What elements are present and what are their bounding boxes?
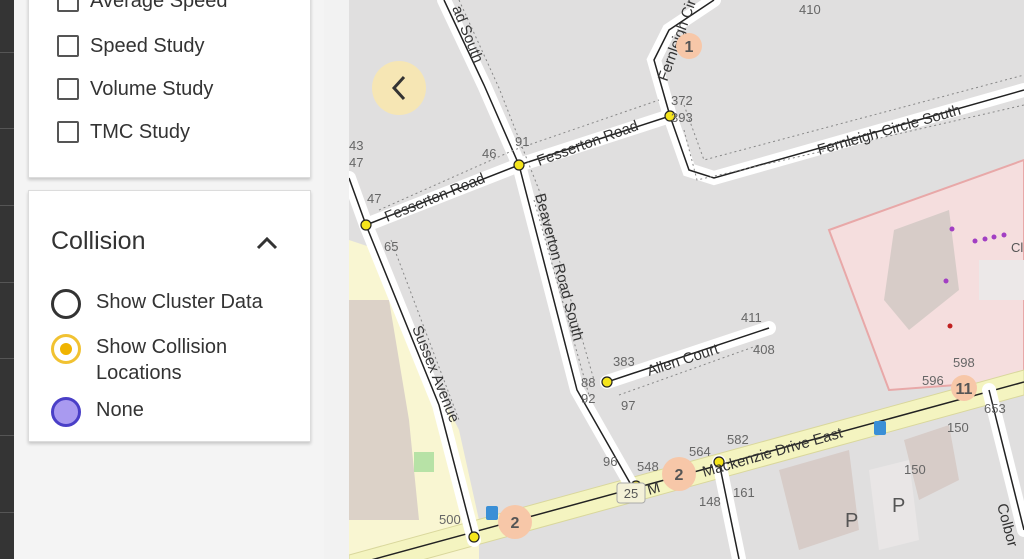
address-number: 393 xyxy=(671,110,693,125)
address-number: 372 xyxy=(671,93,693,108)
route-badge-label: 25 xyxy=(624,486,638,501)
checkbox-volume-study[interactable]: Volume Study xyxy=(57,76,213,102)
bus-stop-icon xyxy=(486,506,498,520)
checkbox-tmc-study[interactable]: TMC Study xyxy=(57,119,190,145)
checkbox-label: Average Speed xyxy=(90,0,228,12)
address-number: 47 xyxy=(349,155,363,170)
park-icon xyxy=(414,452,434,472)
address-number: 383 xyxy=(613,354,635,369)
address-number: 150 xyxy=(947,420,969,435)
radio-label: Show Cluster Data xyxy=(96,291,263,313)
radio-button[interactable] xyxy=(51,397,81,427)
address-number: 150 xyxy=(904,462,926,477)
radio-label: Show Collision Locations xyxy=(96,336,228,384)
cluster-count: 2 xyxy=(675,467,684,484)
address-number: 91 xyxy=(515,134,529,149)
map-view[interactable]: P P ad South Fesserton Road Fesserton Ro… xyxy=(349,0,1024,559)
checkbox-speed-study[interactable]: Speed Study xyxy=(57,33,205,59)
chevron-up-icon[interactable] xyxy=(255,235,279,251)
address-number: 410 xyxy=(799,2,821,17)
strip-tick xyxy=(0,435,14,436)
radio-label: None xyxy=(96,399,144,421)
checkbox-box[interactable] xyxy=(57,0,79,12)
bus-stop-icon xyxy=(874,421,886,435)
address-number: 500 xyxy=(439,512,461,527)
address-number: 411 xyxy=(741,310,762,325)
parking-icon: P xyxy=(845,510,858,532)
cluster-count: 1 xyxy=(685,39,694,56)
address-number: 92 xyxy=(581,391,595,406)
parking-icon: P xyxy=(892,495,905,517)
address-number: 598 xyxy=(953,355,975,370)
radio-show-cluster-data[interactable]: Show Cluster Data xyxy=(51,289,263,319)
address-number: 88 xyxy=(581,375,595,390)
address-number: 582 xyxy=(727,432,749,447)
radio-show-collision-locations[interactable]: Show Collision Locations xyxy=(51,334,246,386)
chevron-left-icon xyxy=(391,75,406,101)
address-number: 148 xyxy=(699,494,721,509)
address-number: 548 xyxy=(637,459,659,474)
checkbox-box[interactable] xyxy=(57,121,79,143)
strip-tick xyxy=(0,128,14,129)
address-number: 653 xyxy=(984,401,1006,416)
address-number: 96 xyxy=(603,454,617,469)
address-number: 596 xyxy=(922,373,944,388)
radio-button[interactable] xyxy=(51,289,81,319)
map-canvas[interactable]: P P ad South Fesserton Road Fesserton Ro… xyxy=(349,0,1024,559)
address-number: 43 xyxy=(349,138,363,153)
collapse-back-button[interactable] xyxy=(372,61,426,115)
left-edge-strip xyxy=(0,0,14,559)
cluster-count: 2 xyxy=(511,515,520,532)
radio-none[interactable]: None xyxy=(51,397,144,427)
strip-tick xyxy=(0,52,14,53)
address-number: 408 xyxy=(753,342,775,357)
address-number: 97 xyxy=(621,398,635,413)
checkbox-label: TMC Study xyxy=(90,120,191,143)
strip-tick xyxy=(0,358,14,359)
sidebar: Average Speed Speed Study Volume Study T… xyxy=(14,0,324,559)
poi-dot xyxy=(947,323,953,329)
address-number: 47 xyxy=(367,191,381,206)
strip-tick xyxy=(0,512,14,513)
strip-tick xyxy=(0,205,14,206)
institution-lot xyxy=(979,260,1024,300)
address-number: 65 xyxy=(384,239,398,254)
address-number: 564 xyxy=(689,444,711,459)
collision-panel: Collision Show Cluster Data Show Collisi… xyxy=(28,190,311,442)
poi-label: Cl xyxy=(1011,240,1023,255)
checkbox-box[interactable] xyxy=(57,78,79,100)
address-number: 46 xyxy=(482,146,496,161)
collision-title: Collision xyxy=(51,227,146,255)
address-number: 161 xyxy=(733,485,755,500)
checkbox-average-speed[interactable]: Average Speed xyxy=(57,0,228,14)
checkbox-label: Volume Study xyxy=(90,77,214,100)
strip-tick xyxy=(0,282,14,283)
cluster-count: 11 xyxy=(956,381,973,398)
checkbox-box[interactable] xyxy=(57,35,79,57)
checkbox-label: Speed Study xyxy=(90,34,205,57)
radio-button[interactable] xyxy=(51,334,81,364)
studies-panel: Average Speed Speed Study Volume Study T… xyxy=(28,0,311,178)
